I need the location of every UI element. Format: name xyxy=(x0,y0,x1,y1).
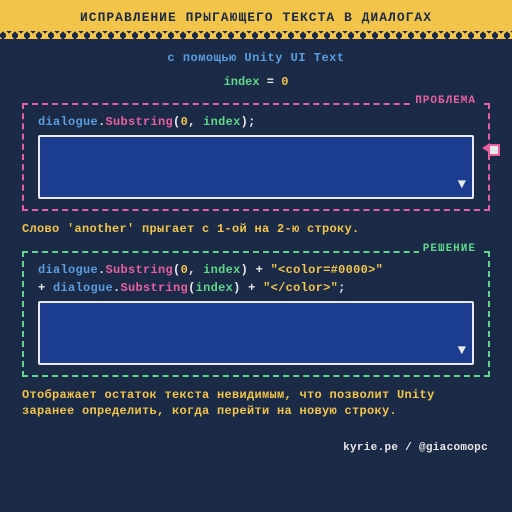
code-token: ); xyxy=(241,115,256,129)
code-token: ( xyxy=(173,263,181,277)
textbox-wrap-solution: ▼ xyxy=(38,301,474,365)
page-title: ИСПРАВЛЕНИЕ ПРЫГАЮЩЕГО ТЕКСТА В ДИАЛОГАХ xyxy=(80,10,432,25)
caption-problem: Слово 'another' прыгает с 1-ой на 2-ю ст… xyxy=(22,221,490,237)
dialogue-box-solution: ▼ xyxy=(38,301,474,365)
code-token: "<color=#0000>" xyxy=(271,263,384,277)
code-token: . xyxy=(113,281,121,295)
code-token: 0 xyxy=(181,263,189,277)
code-token: ( xyxy=(173,115,181,129)
code-token: dialogue xyxy=(53,281,113,295)
advance-indicator-icon: ▼ xyxy=(458,177,466,193)
code-token: . xyxy=(98,263,106,277)
code-token: + xyxy=(38,281,53,295)
code-problem: dialogue.Substring(0, index); xyxy=(38,115,474,129)
index-equals: = xyxy=(260,75,282,89)
panel-problem: ПРОБЛЕМА dialogue.Substring(0, index); ▼ xyxy=(22,103,490,211)
code-token: index xyxy=(203,263,241,277)
code-token: dialogue xyxy=(38,115,98,129)
panel-solution: РЕШЕНИЕ dialogue.Substring(0, index) + "… xyxy=(22,251,490,377)
panel-problem-label: ПРОБЛЕМА xyxy=(411,95,480,107)
credit-line: kyrie.pe / @giacomopc xyxy=(0,442,488,454)
code-token: , xyxy=(188,115,203,129)
index-line: index = 0 xyxy=(22,75,490,89)
code-token: Substring xyxy=(106,263,174,277)
header-zigzag xyxy=(0,31,512,39)
code-token: ; xyxy=(338,281,346,295)
code-token: "</color>" xyxy=(263,281,338,295)
subtitle: с помощью Unity UI Text xyxy=(22,51,490,65)
index-value: 0 xyxy=(281,75,288,89)
code-token: index xyxy=(203,115,241,129)
code-token: Substring xyxy=(121,281,189,295)
code-token: ) + xyxy=(233,281,263,295)
pointer-cursor-icon xyxy=(482,141,500,155)
main-content: с помощью Unity UI Text index = 0 ПРОБЛЕ… xyxy=(0,31,512,438)
code-solution-line2: + dialogue.Substring(index) + "</color>"… xyxy=(38,281,474,295)
code-token: index xyxy=(196,281,234,295)
code-token: . xyxy=(98,115,106,129)
dialogue-box-problem: ▼ xyxy=(38,135,474,199)
code-token: ) + xyxy=(241,263,271,277)
code-token: Substring xyxy=(106,115,174,129)
code-token: 0 xyxy=(181,115,189,129)
textbox-wrap-problem: ▼ xyxy=(38,135,474,199)
advance-indicator-icon: ▼ xyxy=(458,343,466,359)
code-token: , xyxy=(188,263,203,277)
panel-solution-label: РЕШЕНИЕ xyxy=(419,243,480,255)
code-token: dialogue xyxy=(38,263,98,277)
code-solution-line1: dialogue.Substring(0, index) + "<color=#… xyxy=(38,263,474,277)
caption-solution: Отображает остаток текста невидимым, что… xyxy=(22,387,490,419)
header-banner: ИСПРАВЛЕНИЕ ПРЫГАЮЩЕГО ТЕКСТА В ДИАЛОГАХ xyxy=(0,0,512,31)
index-label: index xyxy=(224,75,260,89)
code-token: ( xyxy=(188,281,196,295)
